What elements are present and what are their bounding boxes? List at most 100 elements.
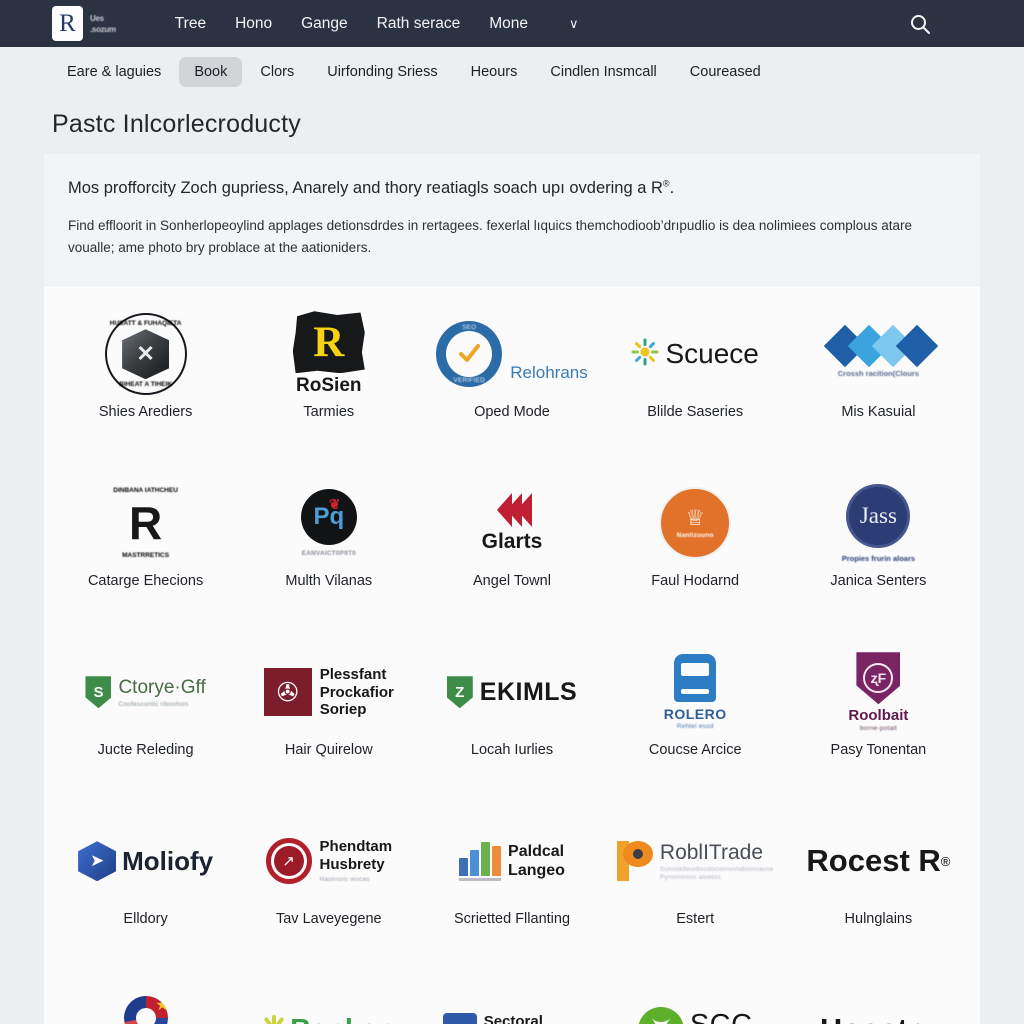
registered-mark: ® [940,853,951,869]
roblitrade-p-logo: RoblITrade Sunoskfleorbscdoconnovlabsinva… [616,841,774,882]
sun-icon [631,338,659,371]
seal-top-text: DINBANA IATHCHEU [113,487,178,495]
nav-link-1[interactable]: Hono [235,15,272,33]
tab-0[interactable]: Eare & laguies [52,57,176,87]
logo-grid-item-label: Locah Iurlies [470,742,554,759]
wordmark: SCC [690,1011,753,1024]
tab-6[interactable]: Coureased [675,57,776,87]
logo-grid-item[interactable]: Jass Propies frurin aloars Janica Senters [787,461,970,630]
intro-lead-end: . [669,179,675,197]
logo-grid-item[interactable]: ʐF Roolbait borne-potait Pasy Tonentan [787,630,970,799]
wordmark: RoblITrade [659,841,764,865]
seal-micro-bottom: VERIFIED [453,377,486,385]
page-title: Pastc Inlcorlecroducty [52,110,301,138]
logo-grid-item[interactable]: ✕ HUSATT & FUHAQIETA BIHEAT A TIHEIK Shies … [54,292,237,461]
hexcube-icon: ➤ [78,841,117,882]
logo-area: ➤ Moliofy [58,813,233,909]
nav-link-3[interactable]: Rath serace [377,15,461,33]
bar-2 [481,841,491,876]
logo-row: R SectoralPaopreymical [442,1013,582,1024]
chevron-down-icon[interactable]: ∨ [569,17,579,30]
primary-nav: Tree Hono Gange Rath serace Mone ∨ [175,15,579,33]
wordmark-line-1: Husbrety [319,856,385,874]
chevron-icon [496,492,532,527]
logo-caption: Haunıuro ıescas [319,876,370,884]
logo-grid-item[interactable]: ★LenbalSllum Brade [54,968,237,1024]
chevron-3 [516,492,532,527]
logo-area: Rocest R ® [791,813,966,909]
wordmark-line-1: Prockafior [319,683,394,701]
tab-5[interactable]: Cindlen Insmcall [535,57,671,87]
logo-grid-item[interactable]: Z EKIMLS Locah Iurlies [420,630,603,799]
nav-link-4[interactable]: Mone [489,15,528,33]
search-icon[interactable] [908,12,932,36]
logo-grid-item[interactable]: Рq ❦ EANVAΙСТ0Р9Т0 Multh Vilanas [237,461,420,630]
logo-grid-item[interactable]: ♕ Nanlizuuno Faul Hodarnd [604,461,787,630]
logo-row: ➤ Moliofy [78,841,213,882]
logo-grid-item[interactable]: Crossh racition(Clours Mis Kasuial [787,292,970,461]
logo-grid-item[interactable]: HoostryReceday Mangoples [787,968,970,1024]
burst-icon [256,1012,292,1024]
seal-micro-top: SEO [462,324,477,332]
logo-grid-item-label: Tarmies [303,404,355,421]
panda-circle-logo: Рq ❦ EANVAΙСТ0Р9Т0 [300,489,357,558]
wordmark-col: Phendtam Husbrety Haunıuro ıescas [320,838,393,884]
logo-grid-item[interactable]: Scuece Blilde Saseries [604,292,787,461]
orange-crown-circle-logo: ♕ Nanlizuuno [659,487,732,560]
brand-logo[interactable]: R Ues .sozum [52,6,116,41]
wordmark-col: EKIMLS [480,678,577,707]
bankan-burst-logo: Bankan® [256,1012,401,1024]
r-circle-seal-logo: R DINBANA IATHCHEU MASTRRETICS [105,482,187,564]
nav-link-2[interactable]: Gange [301,15,348,33]
logo-grid-item[interactable]: Glarts Angel Townl [420,461,603,630]
tab-4[interactable]: Heours [456,57,533,87]
sectoral-paopreymical-logo: R SectoralPaopreymical [442,1013,582,1024]
tab-1[interactable]: Book [179,56,243,87]
logo-grid-item[interactable]: SEO VERIFIED Relohrans Oped Mode [420,292,603,461]
plessfant-maroon-logo: ✇ Plessfant Prockafior Soriep [263,666,394,718]
logo-grid-item[interactable]: RSectoralPaopreymicalMeulding [420,968,603,1024]
tab-2[interactable]: Clors [245,57,309,87]
logo-grid-item[interactable]: RoblITrade Sunoskfleorbscdoconnovlabsinva… [604,799,787,968]
logo-grid-item[interactable]: ROLERO Rehtei esod Coucse Arcice [604,630,787,799]
shield-icon: S [85,676,112,709]
logo-row: SCCcommuini rsuccuoi [637,1007,753,1024]
brand-word-line2: .sozum [90,24,116,34]
logo-grid-item[interactable]: Rocest R ® Hulnglains [787,799,970,968]
panda-icon: Рq ❦ [300,489,357,546]
logo-grid-item[interactable]: S Ctorye·Gff Coofescontic riboohois Jucte R… [54,630,237,799]
nav-link-0[interactable]: Tree [175,15,206,33]
intro-block: Mos profforcity Zoch gupriess, Anarely a… [44,154,980,287]
wordmark-line-2: Soriep [319,700,367,718]
logo-area: ★Lenbal [58,982,233,1024]
logo-grid-item[interactable]: R RoSien Tarmies [237,292,420,461]
logo-grid-item[interactable]: Bankan®Stod in Millitor [237,968,420,1024]
tab-3[interactable]: Uirfonding Sriess [312,57,452,87]
logo-area: Paldcal Langeo [424,813,599,909]
wordmark: Rocest R [806,843,941,879]
logo-grid-item-label: Angel Townl [473,573,551,590]
logo-grid-item-label: Blilde Saseries [647,404,744,421]
logo-caption: EANVAΙСТ0Р9Т0 [301,550,356,558]
logo-grid-item[interactable]: ✇ Plessfant Prockafior Soriep Hair Quirelow [237,630,420,799]
logo-row: ✇ Plessfant Prockafior Soriep [263,666,394,718]
logo-grid-item[interactable]: SCCcommuini rsuccuoiInffornincood [604,968,787,1024]
brand-wordmark: Ues .sozum [90,14,116,34]
red-circle-icon: ↗ [265,838,312,885]
seal-bottom-text: BIHEAT A TIHEIK [119,381,173,389]
scc-green-circle-logo: SCCcommuini rsuccuoi [637,1007,753,1024]
logo-caption: Crossh racition(Clours [837,368,920,378]
logo-grid-item-label: Hair Quirelow [284,742,373,759]
logo-area: ROLERO Rehtei esod [608,644,783,740]
logo-grid-item[interactable]: ➤ Moliofy Elldory [54,799,237,968]
scuece-sun-logo: Scuece [631,338,759,371]
logo-grid-item[interactable]: R DINBANA IATHCHEU MASTRRETICS Catarge Ehec… [54,461,237,630]
rosien-blob-logo: R RoSien [292,311,365,397]
bar-chart-icon [459,841,502,881]
logo-grid-item[interactable]: ↗ Phendtam Husbrety Haunıuro ıescas Tav Lave… [237,799,420,968]
logo-grid: ✕ HUSATT & FUHAQIETA BIHEAT A TIHEIK Shies … [44,286,980,1024]
cube-seal-logo: ✕ HUSATT & FUHAQIETA BIHEAT A TIHEIK [104,313,187,396]
leaf-icon: ❦ [328,496,341,513]
wordmark-line-0: Sectoral [483,1013,543,1024]
logo-grid-item[interactable]: Paldcal Langeo Scrietted Fllanting [420,799,603,968]
